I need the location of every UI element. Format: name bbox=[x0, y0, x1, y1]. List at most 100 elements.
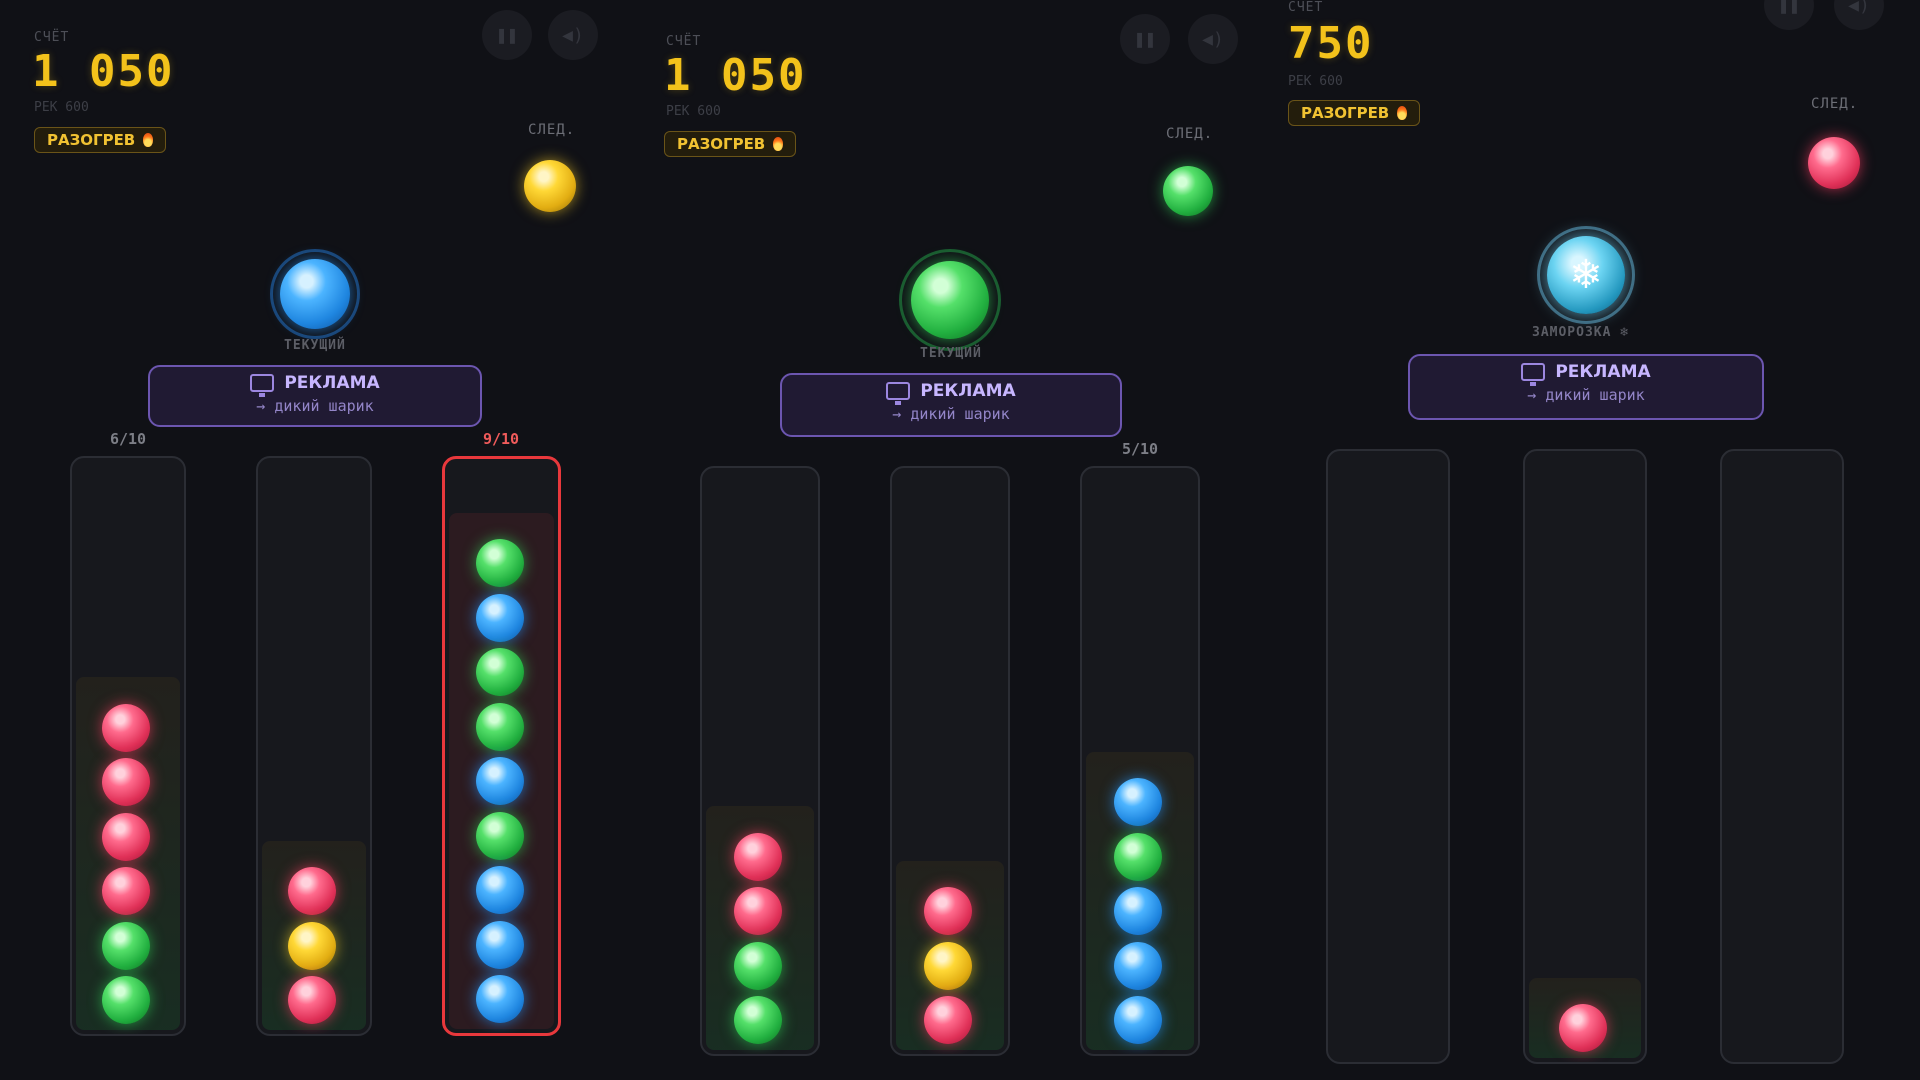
ad-wild-ball-button[interactable]: РЕКЛАМА → дикий шарик bbox=[1408, 354, 1764, 420]
ball-green bbox=[475, 539, 524, 587]
current-ball bbox=[911, 261, 989, 339]
snowflake-icon: ❄ bbox=[1569, 252, 1603, 298]
pause-icon: ❚❚ bbox=[1778, 0, 1800, 16]
tube[interactable] bbox=[442, 456, 561, 1036]
tube[interactable] bbox=[1326, 449, 1450, 1064]
ball-red bbox=[102, 867, 150, 915]
ball-blue bbox=[1114, 778, 1162, 826]
ball-red bbox=[102, 703, 150, 752]
ad-title: РЕКЛАМА bbox=[920, 381, 1016, 401]
score-value: 1 050 bbox=[664, 50, 807, 101]
ball-yellow bbox=[924, 941, 972, 990]
score-value: 750 bbox=[1288, 18, 1374, 69]
ball-green bbox=[1114, 832, 1162, 881]
tube-count: 5/10 bbox=[1121, 440, 1159, 458]
ball-blue bbox=[475, 975, 524, 1023]
tube[interactable] bbox=[890, 466, 1010, 1056]
ball-green bbox=[734, 941, 782, 990]
tube[interactable] bbox=[1720, 449, 1844, 1064]
ball-blue bbox=[1114, 996, 1162, 1044]
ad-subtitle: → дикий шарик bbox=[892, 405, 1010, 423]
streak-badge: РАЗОГРЕВ bbox=[1288, 100, 1421, 126]
record-value: РЕК 600 bbox=[34, 100, 89, 115]
tube[interactable] bbox=[1080, 466, 1200, 1056]
streak-badge: РАЗОГРЕВ bbox=[34, 127, 167, 153]
streak-badge-label: РАЗОГРЕВ bbox=[47, 131, 136, 149]
score-label: СЧЁТ bbox=[666, 34, 702, 49]
freeze-ball: ❄ bbox=[1547, 236, 1625, 314]
ball-red bbox=[288, 867, 336, 915]
ad-subtitle: → дикий шарик bbox=[1527, 386, 1645, 404]
tube[interactable] bbox=[256, 456, 372, 1036]
sound-button[interactable]: ◀) bbox=[1834, 0, 1884, 30]
tube[interactable] bbox=[700, 466, 820, 1056]
ball-green bbox=[475, 702, 524, 751]
tv-icon bbox=[250, 374, 275, 397]
ball-blue bbox=[475, 920, 524, 969]
ball-green bbox=[102, 921, 150, 970]
ball-red bbox=[288, 976, 336, 1024]
game-panel: СЧЁТ 750 РЕК 600 РАЗОГРЕВ ❚❚ ◀) СЛЕД. ❄ … bbox=[1280, 0, 1920, 1080]
next-ball bbox=[1163, 166, 1213, 216]
ad-subtitle: → дикий шарик bbox=[256, 397, 374, 415]
ball-blue bbox=[1114, 887, 1162, 935]
next-label: СЛЕД. bbox=[1811, 96, 1859, 112]
sound-button[interactable]: ◀) bbox=[1188, 14, 1238, 64]
streak-badge: РАЗОГРЕВ bbox=[664, 131, 797, 157]
ball-blue bbox=[475, 593, 524, 642]
sound-icon: ◀) bbox=[1848, 0, 1870, 16]
next-ball bbox=[1808, 137, 1860, 189]
ad-wild-ball-button[interactable]: РЕКЛАМА → дикий шарик bbox=[780, 373, 1122, 437]
ball-green bbox=[475, 811, 524, 860]
tube[interactable] bbox=[1523, 449, 1647, 1064]
current-label: ЗАМОРОЗКА ❄ bbox=[1532, 325, 1630, 340]
current-ball bbox=[280, 259, 350, 329]
tube-count: 6/10 bbox=[109, 430, 147, 448]
fire-icon bbox=[1397, 106, 1408, 120]
ball-blue bbox=[475, 866, 524, 914]
ad-title: РЕКЛАМА bbox=[1555, 362, 1651, 382]
ball-red bbox=[102, 758, 150, 806]
pause-button[interactable]: ❚❚ bbox=[1764, 0, 1814, 30]
pause-icon: ❚❚ bbox=[1134, 28, 1156, 50]
ball-blue bbox=[475, 757, 524, 805]
ball-green bbox=[734, 996, 782, 1044]
game-panel: СЧЁТ 1 050 РЕК 600 РАЗОГРЕВ ❚❚ ◀) СЛЕД. … bbox=[0, 0, 640, 1080]
pause-button[interactable]: ❚❚ bbox=[482, 10, 532, 60]
ball-green bbox=[475, 648, 524, 696]
ball-yellow bbox=[288, 921, 336, 970]
ball-red bbox=[734, 887, 782, 935]
next-label: СЛЕД. bbox=[528, 122, 576, 138]
score-label: СЧЁТ bbox=[34, 30, 70, 45]
ball-green bbox=[102, 976, 150, 1024]
ball-red bbox=[734, 832, 782, 881]
streak-badge-label: РАЗОГРЕВ bbox=[677, 135, 766, 153]
pause-button[interactable]: ❚❚ bbox=[1120, 14, 1170, 64]
current-label: ТЕКУЩИЙ bbox=[284, 338, 346, 353]
tube-count: 9/10 bbox=[482, 430, 520, 448]
sound-button[interactable]: ◀) bbox=[548, 10, 598, 60]
sound-icon: ◀) bbox=[1202, 28, 1224, 50]
score-value: 1 050 bbox=[32, 46, 175, 97]
record-value: РЕК 600 bbox=[666, 104, 721, 119]
fire-icon bbox=[143, 133, 154, 147]
record-value: РЕК 600 bbox=[1288, 74, 1343, 89]
streak-badge-label: РАЗОГРЕВ bbox=[1301, 104, 1390, 122]
ball-red bbox=[924, 996, 972, 1044]
fire-icon bbox=[773, 137, 784, 151]
ball-red bbox=[102, 812, 150, 861]
ball-red bbox=[1559, 1004, 1607, 1052]
tv-icon bbox=[1521, 363, 1546, 386]
tv-icon bbox=[886, 382, 911, 405]
next-label: СЛЕД. bbox=[1166, 126, 1214, 142]
game-panel: СЧЁТ 1 050 РЕК 600 РАЗОГРЕВ ❚❚ ◀) СЛЕД. … bbox=[640, 0, 1280, 1080]
score-label: СЧЁТ bbox=[1288, 0, 1324, 15]
current-label: ТЕКУЩИЙ bbox=[920, 346, 982, 361]
tube[interactable] bbox=[70, 456, 186, 1036]
ball-red bbox=[924, 887, 972, 935]
ad-wild-ball-button[interactable]: РЕКЛАМА → дикий шарик bbox=[148, 365, 482, 427]
pause-icon: ❚❚ bbox=[496, 24, 518, 46]
ball-blue bbox=[1114, 941, 1162, 990]
next-ball bbox=[524, 160, 576, 212]
sound-icon: ◀) bbox=[562, 24, 584, 46]
